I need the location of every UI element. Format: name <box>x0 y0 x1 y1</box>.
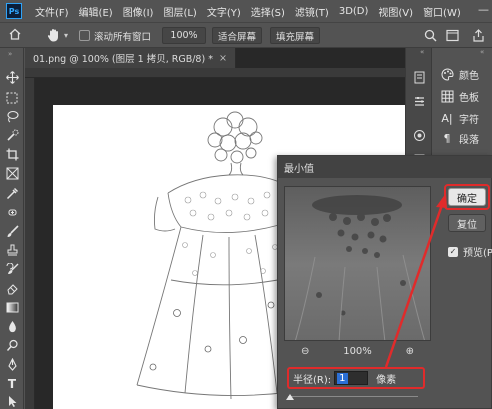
history-brush-tool-icon[interactable] <box>4 262 20 277</box>
fill-screen-button[interactable]: 填充屏幕 <box>270 27 320 44</box>
search-icon[interactable] <box>424 29 437 45</box>
brush-tool-icon[interactable] <box>4 224 20 239</box>
properties-icon[interactable] <box>412 94 426 108</box>
blur-tool-icon[interactable] <box>4 319 20 334</box>
pen-tool-icon[interactable] <box>4 357 20 372</box>
photoshop-logo: Ps <box>6 3 22 19</box>
frame-tool-icon[interactable] <box>4 166 20 181</box>
minimum-filter-dialog: 最小值 ⊖ 100% ⊕ 半径(R): 1 像素 确定 复位 ✓ 预览(P <box>277 155 492 409</box>
workspace-icon[interactable] <box>446 29 459 45</box>
radius-input[interactable]: 1 <box>334 371 369 385</box>
share-icon[interactable] <box>472 29 485 45</box>
crop-tool-icon[interactable] <box>4 147 20 162</box>
preview-zoom-controls: ⊖ 100% ⊕ <box>284 343 431 359</box>
menu-edit[interactable]: 编辑(E) <box>74 4 118 19</box>
vertical-ruler <box>25 78 35 409</box>
radius-unit: 像素 <box>376 374 397 386</box>
close-tab-icon[interactable]: × <box>219 53 227 64</box>
panel-paragraph-label: 段落 <box>459 134 479 146</box>
radius-value: 1 <box>337 372 348 384</box>
clone-stamp-tool-icon[interactable] <box>4 243 20 258</box>
eyedropper-tool-icon[interactable] <box>4 186 20 201</box>
character-icon: A| <box>441 111 453 125</box>
lasso-tool-icon[interactable] <box>4 109 20 124</box>
document-tab-title: 01.png @ 100% (图层 1 拷贝, RGB/8) * <box>33 54 213 65</box>
reset-button[interactable]: 复位 <box>448 214 486 232</box>
menu-bar: Ps 文件(F) 编辑(E) 图像(I) 图层(L) 文字(Y) 选择(S) 滤… <box>0 0 492 22</box>
zoom-level-text: 100% <box>343 345 372 357</box>
panel-paragraph[interactable]: ¶ 段落 <box>440 130 480 146</box>
menu-file[interactable]: 文件(F) <box>30 4 74 19</box>
zoom-out-icon[interactable]: ⊖ <box>301 346 309 357</box>
panel-color[interactable]: 颜色 <box>440 66 479 82</box>
swatches-icon <box>440 89 454 103</box>
filter-preview-image <box>285 187 430 340</box>
tools-panel: » T <box>0 48 24 409</box>
dialog-title: 最小值 <box>278 156 492 178</box>
toolbar-collapse-icon[interactable]: » <box>8 50 12 58</box>
panel-character-label: 字符 <box>459 114 479 126</box>
paragraph-icon: ¶ <box>443 131 451 145</box>
healing-brush-tool-icon[interactable] <box>4 205 20 220</box>
preview-checkbox-row[interactable]: ✓ 预览(P) <box>448 244 492 259</box>
panel-swatches[interactable]: 色板 <box>440 88 479 104</box>
menu-layer[interactable]: 图层(L) <box>158 4 201 19</box>
type-tool-icon[interactable]: T <box>4 376 20 391</box>
filter-preview[interactable] <box>284 186 431 341</box>
path-selection-tool-icon[interactable] <box>4 394 20 409</box>
zoom-in-icon[interactable]: ⊕ <box>406 346 414 357</box>
marquee-tool-icon[interactable] <box>4 90 20 105</box>
panel-color-label: 颜色 <box>459 70 479 82</box>
move-tool-icon[interactable] <box>4 70 20 85</box>
dodge-tool-icon[interactable] <box>4 338 20 353</box>
home-icon[interactable] <box>8 27 22 41</box>
scroll-all-windows-checkbox[interactable] <box>79 30 90 41</box>
horizontal-ruler <box>25 68 405 78</box>
preview-label: 预览(P) <box>463 248 492 259</box>
eraser-tool-icon[interactable] <box>4 281 20 296</box>
menu-select[interactable]: 选择(S) <box>246 4 290 19</box>
tool-preset-chevron-down-icon[interactable]: ▾ <box>64 31 68 40</box>
minimize-button[interactable]: — <box>478 3 489 16</box>
scroll-all-windows-label: 滚动所有窗口 <box>94 32 152 43</box>
panel-character[interactable]: A| 字符 <box>440 110 479 126</box>
fit-screen-button[interactable]: 适合屏幕 <box>212 27 262 44</box>
brush-settings-icon[interactable] <box>412 128 426 142</box>
menu-image[interactable]: 图像(I) <box>118 4 159 19</box>
radius-slider-thumb[interactable] <box>286 394 294 400</box>
radius-slider-track[interactable] <box>288 396 418 397</box>
dock-collapse-icon[interactable]: « <box>420 48 424 56</box>
menu-window[interactable]: 窗口(W) <box>418 4 466 19</box>
radius-control: 半径(R): 1 像素 <box>287 367 425 389</box>
menu-view[interactable]: 视图(V) <box>373 4 418 19</box>
document-tab[interactable]: 01.png @ 100% (图层 1 拷贝, RGB/8) * × <box>25 48 236 68</box>
gradient-tool-icon[interactable] <box>4 300 20 315</box>
history-icon[interactable] <box>412 70 426 84</box>
zoom-100-button[interactable]: 100% <box>162 27 206 44</box>
radius-label: 半径(R): <box>293 374 332 386</box>
ok-button[interactable]: 确定 <box>448 188 486 206</box>
menu-3d[interactable]: 3D(D) <box>334 6 374 17</box>
panels-collapse-icon[interactable]: « <box>480 48 484 56</box>
menu-filter[interactable]: 滤镜(T) <box>290 4 334 19</box>
panel-swatches-label: 色板 <box>459 92 479 104</box>
color-palette-icon <box>440 67 454 81</box>
options-bar: ▾ 滚动所有窗口 100% 适合屏幕 填充屏幕 <box>0 22 492 48</box>
hand-icon[interactable] <box>46 27 62 43</box>
preview-checkbox[interactable]: ✓ <box>448 246 458 257</box>
quick-selection-tool-icon[interactable] <box>4 128 20 143</box>
menu-type[interactable]: 文字(Y) <box>202 4 246 19</box>
